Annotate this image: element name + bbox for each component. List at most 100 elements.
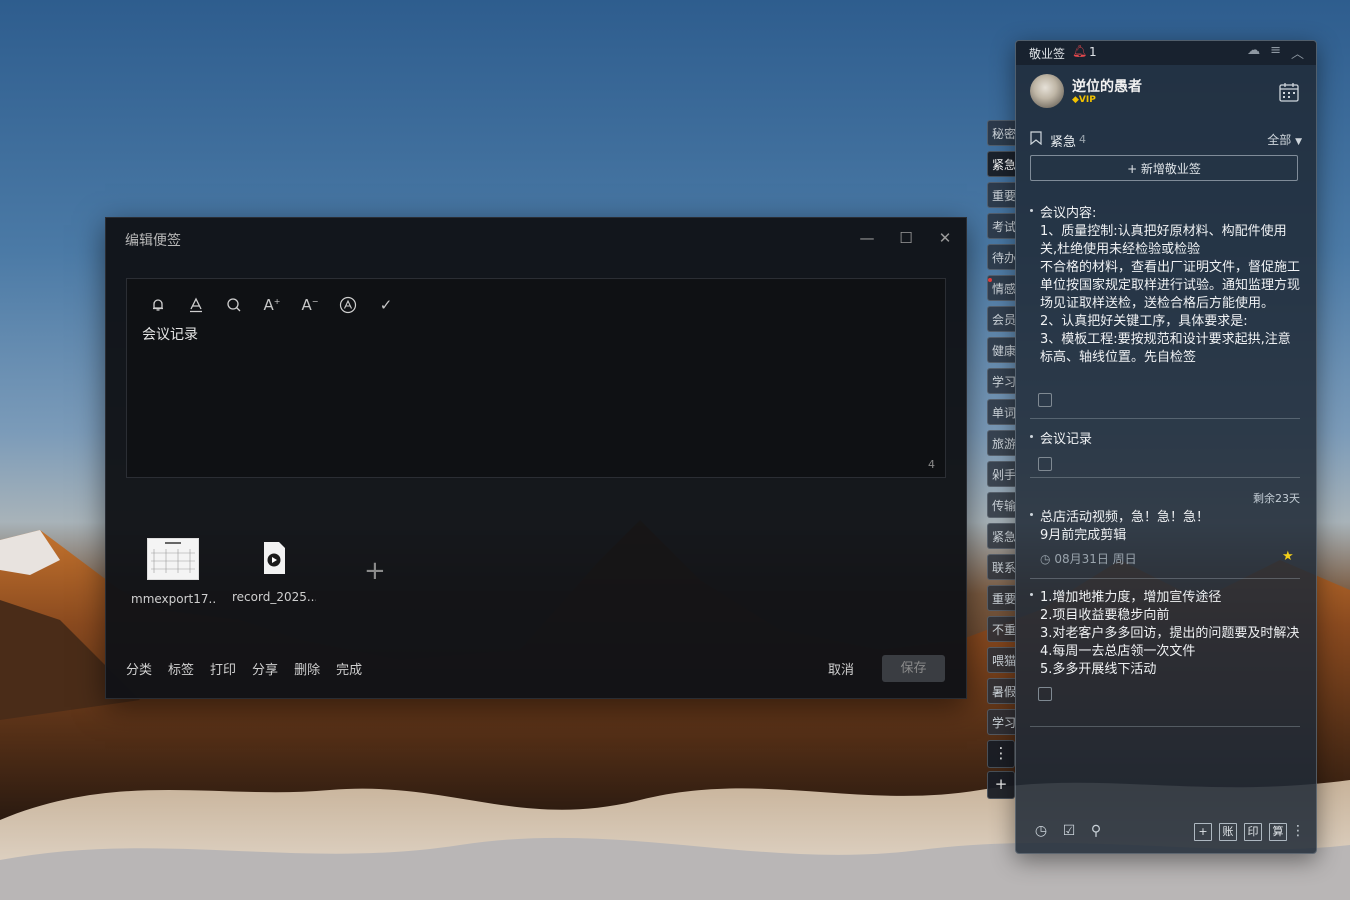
attachment-image[interactable]: mmexport17... [131,538,215,606]
tab-category-active[interactable]: 紧急 [987,151,1015,177]
tab-category[interactable]: 单词 [987,399,1015,425]
new-note-button[interactable]: + 新增敬业签 [1030,155,1298,181]
note-text: 总店活动视频，急！急！急！ 9月前完成剪辑 [1040,510,1210,543]
maximize-button[interactable]: ☐ [893,226,919,250]
attachment-audio[interactable]: record_2025... [232,538,316,604]
category-button[interactable]: 分类 [126,659,152,678]
tab-category[interactable]: 秘密 [987,120,1015,146]
audio-file-icon [264,542,285,574]
minimize-button[interactable]: — [854,226,880,250]
bullet [1030,209,1033,212]
cancel-button[interactable]: 取消 [828,659,854,678]
note-lock-icon[interactable] [1038,457,1052,471]
group-name: 紧急 [1050,135,1077,150]
print-button[interactable]: 打印 [210,659,236,678]
save-button[interactable]: 保存 [882,655,945,682]
add-button[interactable]: + [1194,823,1212,841]
reminder-button[interactable] [145,293,171,317]
note-item[interactable]: 总店活动视频，急！急！急！ 9月前完成剪辑 [1030,509,1300,545]
share-button[interactable]: 分享 [252,659,278,678]
search-icon [227,298,241,312]
maximize-icon: ☐ [899,229,913,247]
notes-panel: 敬业签 🔔︎ 1 ☁ ≡ ︿ 逆位的愚者 ◆VIP 紧急 4 全部 ▼ + 新增… [1015,40,1317,854]
divider [1030,578,1300,579]
tab-category[interactable]: 联系 [987,554,1015,580]
bell-alert-icon: 🔔︎ [1072,44,1088,58]
tab-category[interactable]: 学习 [987,368,1015,394]
more-vertical-icon: ⋮ [993,744,1009,762]
star-icon[interactable]: ★ [1282,549,1294,564]
font-increase-icon: A+ [263,296,281,314]
tab-category[interactable]: 待办 [987,244,1015,270]
tab-category[interactable]: 剁手 [987,461,1015,487]
tab-category[interactable]: 情感 [987,275,1015,301]
bell-icon [153,299,163,311]
reminder-date-text: 08月31日 周日 [1054,552,1137,566]
tab-category[interactable]: 会员 [987,306,1015,332]
checklist-button[interactable]: ✓ [373,293,399,317]
tab-category[interactable]: 重要 [987,585,1015,611]
note-item[interactable]: 1.增加地推力度，增加宣传途径 2.项目收益要稳步向前 3.对老客户多多回访，提… [1030,589,1300,701]
note-text: 1.增加地推力度，增加宣传途径 2.项目收益要稳步向前 3.对老客户多多回访，提… [1040,590,1300,677]
divider [1030,418,1300,419]
divider [1030,726,1300,727]
divider [1030,477,1300,478]
search-button[interactable] [221,293,247,317]
tab-category[interactable]: 旅游 [987,430,1015,456]
more-button[interactable]: ⋮ [1290,823,1306,839]
calendar-button[interactable] [1278,81,1300,103]
add-attachment-button[interactable]: + [364,558,386,584]
font-decrease-icon: A− [301,296,319,314]
tab-category[interactable]: 重要 [987,182,1015,208]
tab-category[interactable]: 健康 [987,337,1015,363]
history-button[interactable]: ◷ [1033,823,1049,839]
note-item[interactable]: 会议记录 [1030,431,1300,471]
calculator-button[interactable]: 算 [1269,823,1287,841]
vip-badge: ◆VIP [1072,95,1096,105]
notification-count: 1 [1089,45,1097,59]
note-content[interactable]: 会议记录 [142,324,198,344]
avatar[interactable] [1030,74,1064,108]
cloud-sync-icon[interactable]: ☁ [1247,43,1260,62]
panel-footer: ◷ ☑ ⚲ + 账 印 算 ⋮ [1016,813,1316,853]
tab-category[interactable]: 暑假 [987,678,1015,704]
search-button[interactable]: ⚲ [1088,823,1104,839]
note-item[interactable]: 会议内容: 1、质量控制:认真把好原材料、构配件使用关,杜绝使用未经检验或检验 … [1030,205,1300,411]
completed-button[interactable]: ☑ [1061,823,1077,839]
tab-category[interactable]: 喂猫 [987,647,1015,673]
tag-button[interactable]: 标签 [168,659,194,678]
caret-down-icon: ▼ [1295,137,1302,147]
tab-category[interactable]: 考试 [987,213,1015,239]
filter-dropdown[interactable]: 全部 ▼ [1267,131,1302,148]
image-thumbnail [147,538,199,580]
font-decrease-button[interactable]: A− [297,293,323,317]
font-increase-button[interactable]: A+ [259,293,285,317]
note-lock-icon[interactable] [1038,393,1052,407]
print-button[interactable]: 印 [1244,823,1262,841]
group-count: 4 [1079,133,1086,146]
bullet [1030,593,1033,596]
tab-category[interactable]: 不重 [987,616,1015,642]
text-color-button[interactable] [183,293,209,317]
tab-category[interactable]: 传输 [987,492,1015,518]
complete-button[interactable]: 完成 [336,659,362,678]
collapse-icon[interactable]: ︿ [1291,43,1304,62]
more-categories-button[interactable]: ⋮ [987,740,1015,768]
delete-button[interactable]: 删除 [294,659,320,678]
add-category-button[interactable]: + [987,771,1015,799]
plus-icon: + [994,775,1008,793]
panel-header: 敬业签 🔔︎ 1 ☁ ≡ ︿ [1016,41,1316,65]
window-title: 编辑便签 [125,233,181,249]
app-name: 敬业签 [1029,47,1066,61]
ocr-button[interactable] [335,293,361,317]
tab-category[interactable]: 紧急 [987,523,1015,549]
menu-icon[interactable]: ≡ [1270,43,1281,62]
ledger-button[interactable]: 账 [1219,823,1237,841]
username: 逆位的愚者 [1072,79,1142,95]
search-icon: ⚲ [1090,823,1102,839]
note-lock-icon[interactable] [1038,687,1052,701]
note-editor-area[interactable]: A+ A− ✓ 会议记录 4 [126,278,946,478]
close-button[interactable]: ✕ [932,226,958,250]
tab-category[interactable]: 学习 [987,709,1015,735]
notification-button[interactable]: 🔔︎ [1072,44,1087,58]
